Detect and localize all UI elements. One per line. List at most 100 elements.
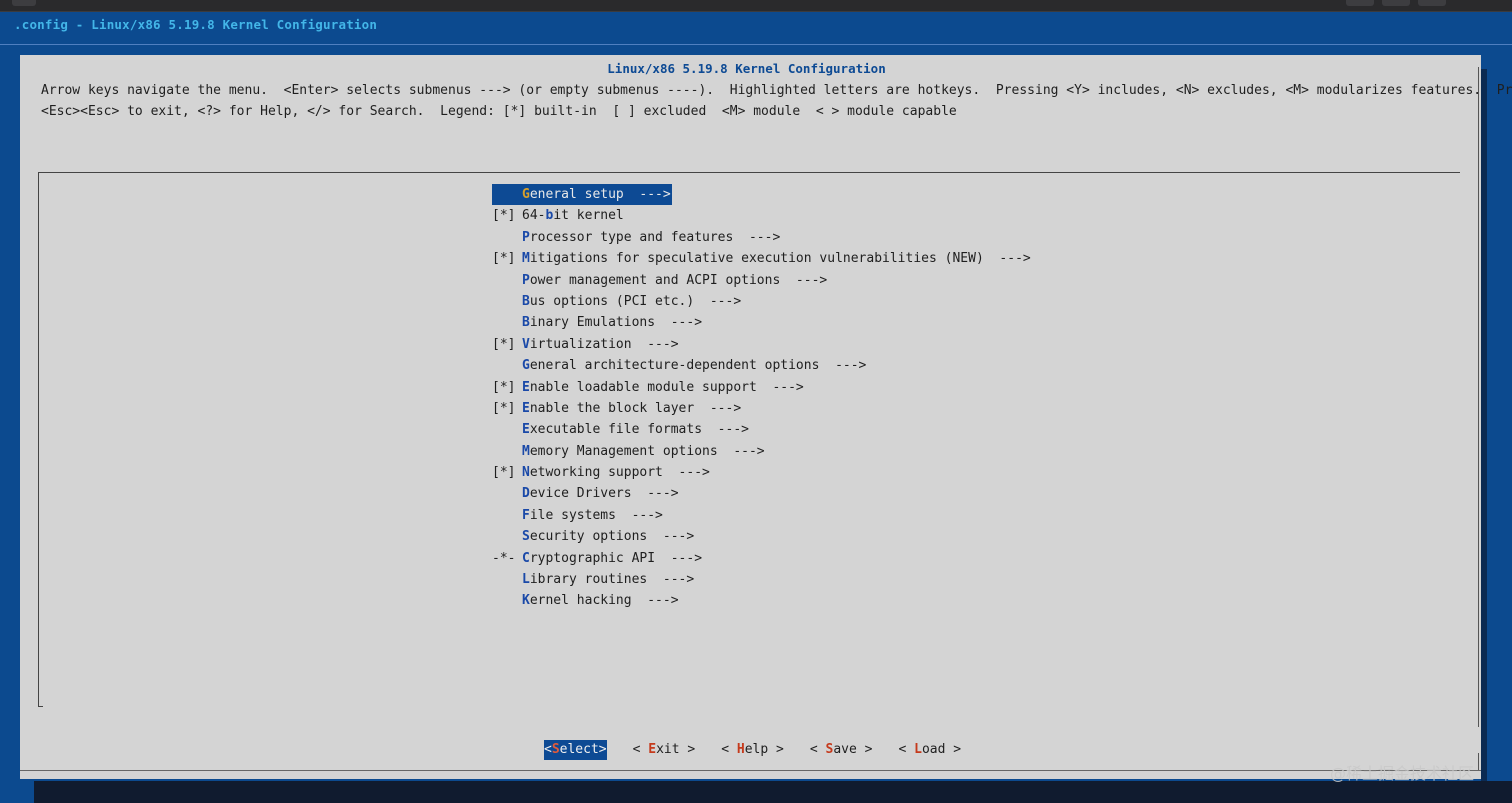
- menu-frame-top: [38, 172, 1460, 173]
- menu-item-hotkey: E: [522, 400, 530, 416]
- menu-item[interactable]: Memory Management options --->: [492, 441, 1032, 462]
- help-text: Arrow keys navigate the menu. <Enter> se…: [41, 80, 1512, 122]
- menu-item-label: Power management and ACPI options --->: [492, 270, 828, 291]
- menu-item-label-rest: ile systems --->: [529, 507, 663, 523]
- menu-item-hotkey: V: [522, 336, 530, 352]
- help-line-2: <Esc><Esc> to exit, <?> for Help, </> fo…: [41, 104, 957, 119]
- menu-item-label: General architecture-dependent options -…: [492, 355, 867, 376]
- menu-item-label-rest: ibrary routines --->: [529, 572, 695, 588]
- menu-item-label: Enable loadable module support --->: [492, 377, 805, 398]
- menu-item[interactable]: Processor type and features --->: [492, 227, 1032, 248]
- menu-item[interactable]: [*] Virtualization --->: [492, 334, 1032, 355]
- menu-item[interactable]: Kernel hacking --->: [492, 590, 1032, 611]
- menu-item-hotkey: B: [522, 315, 530, 331]
- menu-item-hotkey: N: [522, 465, 530, 481]
- menu-item-hotkey: D: [522, 486, 530, 502]
- dialog-border-bottom: [20, 770, 1481, 771]
- button-bracket-left: <: [809, 742, 826, 757]
- button-hotkey: H: [736, 742, 745, 757]
- menu-item-label: Binary Emulations --->: [492, 312, 703, 333]
- load-button[interactable]: < Load >: [899, 740, 962, 760]
- menu-item-label: Mitigations for speculative execution vu…: [492, 248, 1032, 269]
- menu-item-label-rest: eneral setup --->: [529, 187, 671, 202]
- menu-item-label-rest: it kernel: [553, 208, 624, 224]
- menu-item[interactable]: [*] Enable the block layer --->: [492, 398, 1032, 419]
- menu-item[interactable]: Binary Emulations --->: [492, 312, 1032, 333]
- menu-item-label: Bus options (PCI etc.) --->: [492, 291, 742, 312]
- menu-item[interactable]: Library routines --->: [492, 569, 1032, 590]
- menu-item[interactable]: File systems --->: [492, 505, 1032, 526]
- save-button[interactable]: < Save >: [810, 740, 873, 760]
- dialog-title: Linux/x86 5.19.8 Kernel Configuration: [607, 61, 886, 76]
- help-line-1: Arrow keys navigate the menu. <Enter> se…: [41, 83, 1512, 98]
- menu-item[interactable]: [*] 64-bit kernel: [492, 205, 1032, 226]
- menu-item-label: File systems --->: [492, 505, 664, 526]
- button-hotkey: S: [551, 742, 560, 757]
- menu-item-label-rest: nable the block layer --->: [529, 400, 742, 416]
- menu-item-label: Security options --->: [492, 526, 695, 547]
- menu-list: General setup ---> [*] 64-bit kernel Proces…: [492, 184, 1032, 612]
- menu-item[interactable]: Bus options (PCI etc.) --->: [492, 291, 1032, 312]
- menu-item-hotkey: S: [522, 529, 530, 545]
- menu-item-label-rest: ecurity options --->: [529, 529, 695, 545]
- menu-item-label-rest: ower management and ACPI options --->: [529, 272, 828, 288]
- button-label-rest: ave >: [833, 742, 873, 757]
- menu-item-hotkey: G: [522, 358, 530, 374]
- menu-item-label-rest: evice Drivers --->: [529, 486, 679, 502]
- menu-item-hotkey: G: [522, 187, 530, 202]
- menu-item-label: Kernel hacking --->: [492, 590, 680, 611]
- menu-item-hotkey: F: [522, 507, 530, 523]
- window-control-button[interactable]: [1418, 0, 1446, 6]
- menu-item-label-rest: eneral architecture-dependent options --…: [529, 358, 867, 374]
- help-button[interactable]: < Help >: [721, 740, 784, 760]
- menu-item-label: Enable the block layer --->: [492, 398, 742, 419]
- menu-frame-corner: [38, 706, 43, 707]
- menu-item-label: Cryptographic API --->: [492, 548, 703, 569]
- terminal-tab-bar: [0, 0, 1512, 12]
- menu-item[interactable]: Security options --->: [492, 526, 1032, 547]
- menu-item-hotkey: B: [522, 293, 530, 309]
- button-bracket-left: <: [544, 742, 552, 757]
- menu-item-label: General setup --->: [492, 184, 672, 206]
- window-control-button[interactable]: [1382, 0, 1410, 6]
- menu-item-label-rest: xecutable file formats --->: [529, 422, 749, 438]
- menu-item[interactable]: General architecture-dependent options -…: [492, 355, 1032, 376]
- menu-item-label: Networking support --->: [492, 462, 711, 483]
- menu-item-label: Library routines --->: [492, 569, 695, 590]
- tab-stub[interactable]: [12, 0, 36, 6]
- menu-item-label-pre: 64-: [522, 208, 546, 224]
- terminal-bottom-strip: [0, 781, 1512, 803]
- menu-item-hotkey: E: [522, 422, 530, 438]
- dialog-border-right: [1478, 67, 1479, 727]
- button-bracket-left: <: [898, 742, 915, 757]
- menu-item[interactable]: Device Drivers --->: [492, 483, 1032, 504]
- menu-item[interactable]: [*] Mitigations for speculative execution…: [492, 248, 1032, 269]
- menu-item[interactable]: [*] Enable loadable module support --->: [492, 377, 1032, 398]
- button-label-rest: oad >: [921, 742, 962, 757]
- menu-item-label: 64-bit kernel: [492, 205, 625, 226]
- button-bracket-left: <: [632, 742, 649, 757]
- menu-item-label-rest: ernel hacking --->: [529, 593, 679, 609]
- menu-item-hotkey: P: [522, 229, 530, 245]
- menu-item-label-rest: us options (PCI etc.) --->: [529, 293, 742, 309]
- menu-item-hotkey: M: [522, 251, 530, 267]
- button-label-rest: elp >: [744, 742, 784, 757]
- menu-item-label-rest: irtualization --->: [529, 336, 679, 352]
- menu-item[interactable]: Executable file formats --->: [492, 419, 1032, 440]
- menu-item-hotkey: M: [522, 443, 530, 459]
- select-button[interactable]: <Select>: [544, 740, 607, 760]
- menu-item-hotkey: P: [522, 272, 530, 288]
- menu-item[interactable]: Power management and ACPI options --->: [492, 270, 1032, 291]
- menu-item[interactable]: General setup --->: [492, 184, 1032, 206]
- button-label-rest: elect>: [559, 742, 607, 757]
- menu-item[interactable]: [*] Networking support --->: [492, 462, 1032, 483]
- menu-item-label: Memory Management options --->: [492, 441, 766, 462]
- button-bar: <Select> < Exit > < Help > < Save > < Load >: [544, 740, 987, 760]
- menu-item[interactable]: -*- Cryptographic API --->: [492, 548, 1032, 569]
- exit-button[interactable]: < Exit >: [633, 740, 696, 760]
- window-control-button[interactable]: [1346, 0, 1374, 6]
- dialog-border-right: [1478, 753, 1479, 771]
- menu-item-label-rest: ryptographic API --->: [529, 550, 703, 566]
- dialog-shadow: [1481, 69, 1487, 781]
- title-divider: [0, 44, 1512, 45]
